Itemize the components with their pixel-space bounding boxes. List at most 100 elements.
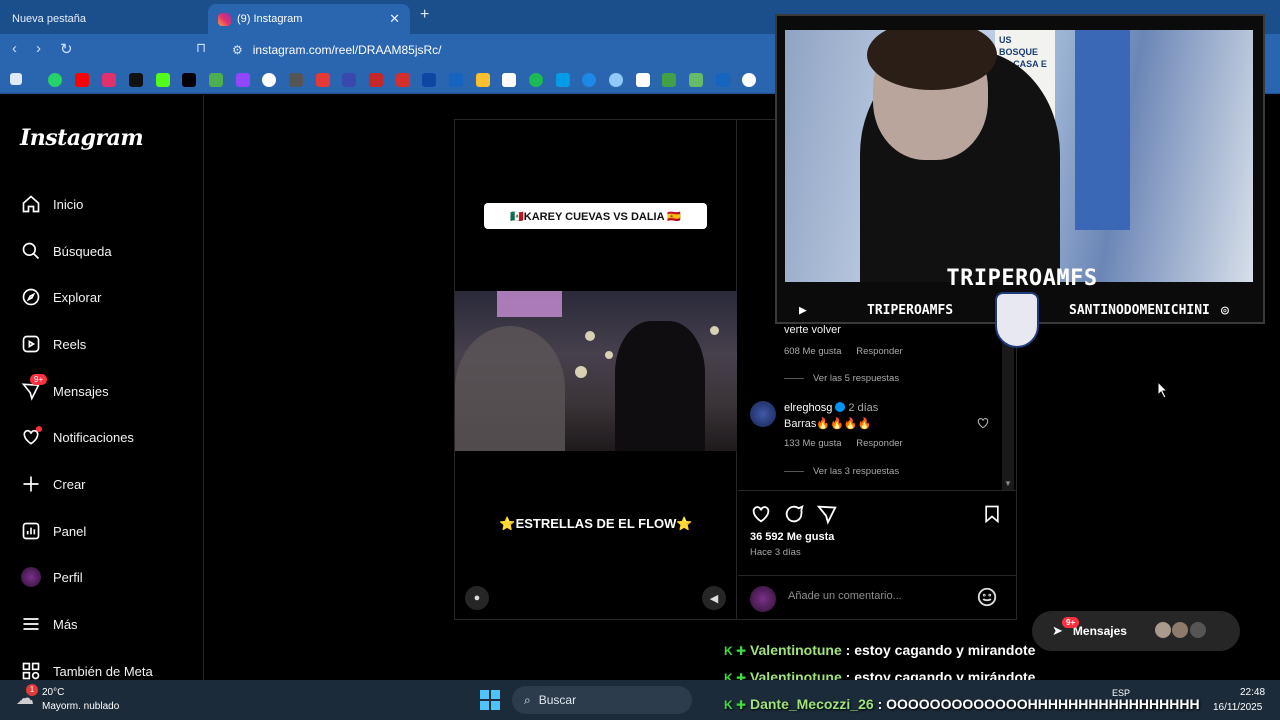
whatsapp-icon[interactable] bbox=[48, 73, 62, 87]
spotify-icon[interactable] bbox=[529, 73, 543, 87]
nav-label: También de Meta bbox=[53, 663, 153, 679]
bookmark-icon-26[interactable] bbox=[716, 73, 730, 87]
bookmark-icon-10[interactable] bbox=[289, 73, 303, 87]
weather-temp[interactable]: 20°C bbox=[42, 687, 64, 698]
twitch-icon[interactable] bbox=[236, 73, 250, 87]
google-icon-2[interactable] bbox=[742, 73, 756, 87]
notification-dot bbox=[36, 426, 42, 432]
reply-button[interactable]: Responder bbox=[856, 346, 902, 357]
crowd-light bbox=[710, 326, 719, 335]
save-icon[interactable] bbox=[982, 503, 1002, 530]
reload-icon[interactable]: ↻ bbox=[60, 40, 73, 58]
bookmark-icon-12[interactable] bbox=[342, 73, 356, 87]
instagram-logo[interactable]: Instagram bbox=[20, 125, 144, 151]
close-tab-icon[interactable]: ✕ bbox=[389, 11, 400, 27]
youtube-handle: TRIPEROAMFS bbox=[867, 303, 954, 318]
nav-reels[interactable]: Reels bbox=[20, 330, 200, 358]
mute-icon[interactable]: ◀ bbox=[702, 586, 726, 610]
bookmark-icon-18[interactable] bbox=[502, 73, 516, 87]
reel-video[interactable]: 🇲🇽KAREY CUEVAS VS DALIA 🇪🇸 ⭐ESTRELLAS DE… bbox=[455, 120, 737, 619]
nav-mensajes[interactable]: 9+ Mensajes bbox=[20, 374, 200, 405]
url-input[interactable]: ⚙ instagram.com/reel/DRAAM85jsRc/ bbox=[224, 38, 784, 62]
chat-username: Dante_Mecozzi_26 bbox=[749, 696, 874, 712]
site-info-icon[interactable]: ⚙ bbox=[232, 43, 243, 57]
bookmark-icon-15[interactable] bbox=[422, 73, 436, 87]
bookmark-icon-22[interactable] bbox=[609, 73, 623, 87]
weather-desc[interactable]: Mayorm. nublado bbox=[42, 701, 119, 712]
comment-header: elreghosg 2 días bbox=[784, 402, 878, 414]
windows-start-icon[interactable] bbox=[480, 690, 500, 715]
streamer-socials: ▶ TRIPEROAMFS SANTINODOMENICHINI ◎ bbox=[777, 292, 1267, 348]
like-icon[interactable] bbox=[750, 503, 772, 530]
taskbar-search[interactable]: ⌕ Buscar bbox=[512, 686, 692, 714]
bookmark-icon-24[interactable] bbox=[662, 73, 676, 87]
comment-icon[interactable] bbox=[783, 503, 805, 530]
view-replies-link[interactable]: Ver las 3 respuestas bbox=[784, 466, 899, 477]
clock-time[interactable]: 22:48 bbox=[1240, 687, 1265, 698]
view-replies-link[interactable]: Ver las 5 respuestas bbox=[784, 373, 899, 384]
bookmark-icon-7[interactable] bbox=[209, 73, 223, 87]
chat-text: : estoy cagando y mirandote bbox=[845, 642, 1036, 658]
bookmark-icon-21[interactable] bbox=[582, 73, 596, 87]
commenter-avatar[interactable] bbox=[750, 401, 776, 427]
comment-likes[interactable]: 608 Me gusta bbox=[784, 346, 842, 357]
bookmark-icon-14[interactable] bbox=[396, 73, 410, 87]
avatar bbox=[1154, 621, 1172, 639]
nav-inicio[interactable]: Inicio bbox=[20, 190, 200, 218]
tab-new-tab[interactable]: Nueva pestaña bbox=[0, 4, 205, 34]
verified-badge-icon bbox=[835, 402, 846, 412]
taskbar-search-label: Buscar bbox=[538, 693, 577, 707]
meta-icon bbox=[20, 660, 42, 682]
download-icon[interactable] bbox=[556, 73, 570, 87]
comment-username[interactable]: elreghosg bbox=[784, 402, 832, 414]
forward-icon[interactable]: › bbox=[36, 40, 41, 57]
avatar bbox=[1171, 621, 1190, 639]
bookmark-icon-17[interactable] bbox=[476, 73, 490, 87]
nav-panel[interactable]: Panel bbox=[20, 517, 200, 545]
nav-label: Panel bbox=[53, 523, 87, 539]
bookmark-icon[interactable]: ⊓ bbox=[196, 40, 206, 56]
bookmark-icon-25[interactable] bbox=[689, 73, 703, 87]
emoji-icon[interactable] bbox=[976, 586, 998, 613]
reel-title-banner: 🇲🇽KAREY CUEVAS VS DALIA 🇪🇸 bbox=[484, 203, 707, 229]
curtain bbox=[1075, 30, 1130, 230]
bookmark-icon-23[interactable] bbox=[636, 73, 650, 87]
nav-notificaciones[interactable]: Notificaciones bbox=[20, 423, 200, 451]
google-icon[interactable] bbox=[262, 73, 276, 87]
apps-grid-icon[interactable] bbox=[10, 73, 22, 85]
user-tag-icon[interactable]: ● bbox=[465, 586, 489, 610]
nav-mas[interactable]: Más bbox=[20, 610, 200, 638]
nav-label: Explorar bbox=[53, 289, 102, 305]
kick-icon[interactable] bbox=[156, 73, 170, 87]
view-replies-label: Ver las 3 respuestas bbox=[813, 466, 900, 477]
share-icon[interactable] bbox=[816, 503, 838, 530]
comment-likes[interactable]: 133 Me gusta bbox=[784, 438, 842, 449]
bookmark-icon-11[interactable] bbox=[316, 73, 330, 87]
comment-meta: 133 Me gusta Responder bbox=[784, 438, 915, 449]
clock-date[interactable]: 16/11/2025 bbox=[1213, 702, 1262, 713]
tab-instagram[interactable]: (9) Instagram ✕ bbox=[208, 4, 410, 34]
tiktok-icon[interactable] bbox=[129, 73, 143, 87]
bookmark-icon-13[interactable] bbox=[369, 73, 383, 87]
likes-count[interactable]: 36 592 Me gusta bbox=[750, 531, 834, 543]
nav-label: Búsqueda bbox=[53, 243, 112, 259]
reply-button[interactable]: Responder bbox=[856, 438, 902, 449]
nav-perfil[interactable]: Perfil bbox=[20, 563, 200, 591]
comment-time: 2 días bbox=[848, 402, 879, 414]
nav-explorar[interactable]: Explorar bbox=[20, 283, 200, 311]
new-tab-button[interactable]: + bbox=[420, 6, 429, 24]
messages-pill-label: Mensajes bbox=[1072, 624, 1127, 638]
search-icon: ⌕ bbox=[524, 692, 531, 707]
like-comment-icon[interactable] bbox=[976, 416, 990, 435]
youtube-icon[interactable] bbox=[75, 73, 89, 87]
back-icon[interactable]: ‹ bbox=[12, 40, 17, 57]
bookmark-icon-16[interactable] bbox=[449, 73, 463, 87]
instagram-bookmark-icon[interactable] bbox=[102, 73, 116, 87]
nav-busqueda[interactable]: Búsqueda bbox=[20, 237, 200, 265]
comment-input[interactable]: Añade un comentario... bbox=[788, 590, 902, 602]
nav-crear[interactable]: Crear bbox=[20, 470, 200, 498]
messenger-icon: 9+ bbox=[20, 374, 48, 402]
x-icon[interactable] bbox=[182, 73, 196, 87]
tab-label: Nueva pestaña bbox=[12, 13, 86, 25]
messages-pill[interactable]: ➤ 9+ Mensajes bbox=[1032, 611, 1240, 651]
